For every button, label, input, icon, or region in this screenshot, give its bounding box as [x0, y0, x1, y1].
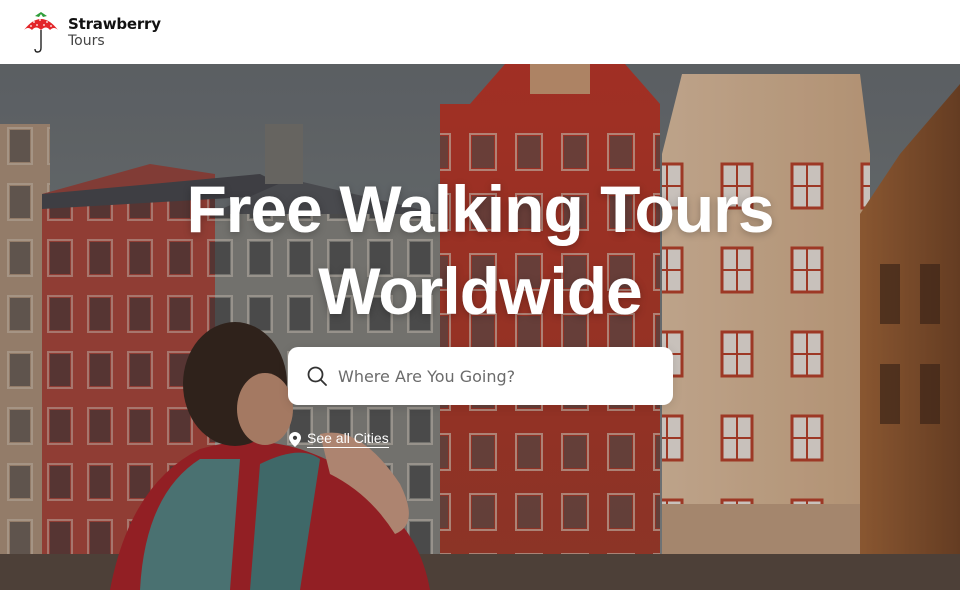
hero-title: Free Walking Tours Worldwide: [0, 168, 960, 332]
see-all-cities-link[interactable]: See all Cities: [289, 430, 389, 448]
page-bottom-strip: [0, 590, 960, 600]
location-pin-icon: [289, 431, 301, 447]
brand-subtitle: Tours: [68, 32, 105, 49]
brand-logo-link[interactable]: Strawberry Tours: [23, 10, 161, 54]
brand-name: Strawberry: [68, 14, 161, 33]
strawberry-umbrella-icon: [24, 12, 58, 53]
search-input[interactable]: [338, 356, 658, 396]
hero-section: Free Walking Tours Worldwide See all Cit…: [0, 64, 960, 590]
search-box[interactable]: [288, 347, 673, 405]
see-all-cities-label: See all Cities: [307, 430, 389, 448]
hero-title-line-1: Free Walking Tours: [186, 172, 774, 246]
hero-title-line-2: Worldwide: [318, 254, 642, 328]
site-header: Strawberry Tours: [0, 0, 960, 64]
brand-text: Strawberry Tours: [68, 14, 161, 49]
search-icon: [307, 366, 327, 386]
